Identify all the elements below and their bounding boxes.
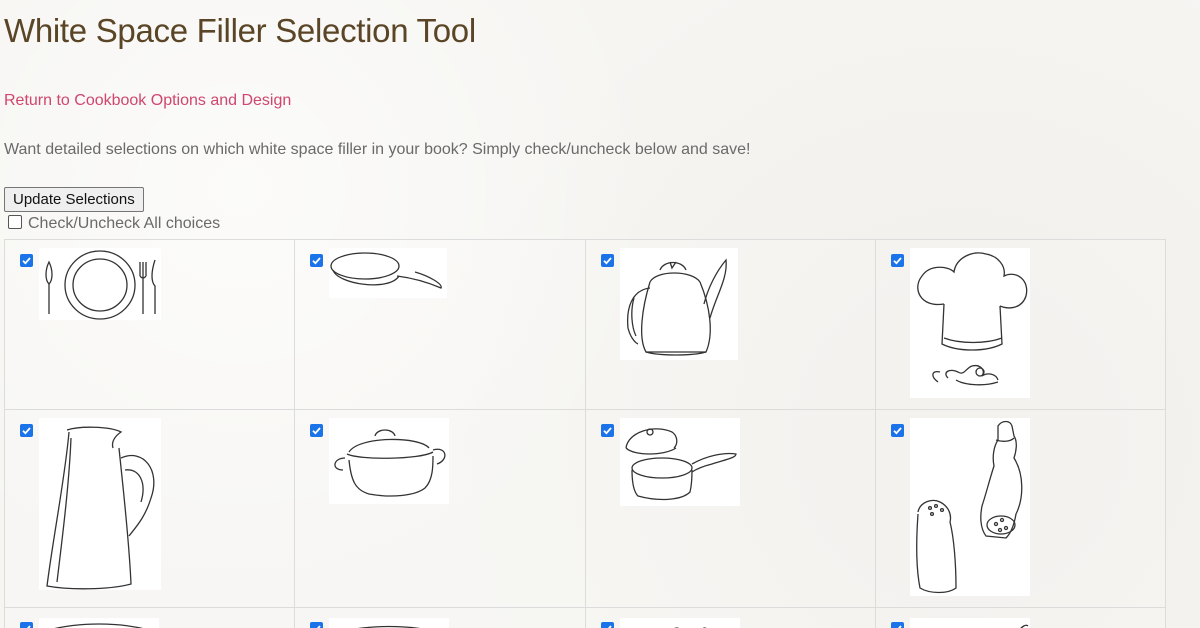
filler-checkbox[interactable]: [20, 424, 33, 437]
filler-checkbox[interactable]: [891, 424, 904, 437]
filler-checkbox[interactable]: [20, 254, 33, 267]
filler-cell: [586, 410, 876, 608]
check-all-checkbox[interactable]: [8, 215, 22, 229]
filler-cell: [295, 410, 586, 608]
filler-checkbox[interactable]: [310, 424, 323, 437]
filler-cell: [876, 240, 1166, 410]
filler-cell: [876, 608, 1166, 628]
filler-checkbox[interactable]: [310, 622, 323, 628]
filler-checkbox[interactable]: [310, 254, 323, 267]
dutch-oven-icon: [329, 418, 449, 504]
filler-icon: [620, 618, 740, 628]
teakettle-icon: [620, 248, 738, 360]
filler-cell: [586, 608, 876, 628]
filler-cell: [5, 410, 295, 608]
filler-checkbox[interactable]: [20, 622, 33, 628]
filler-cell: [295, 240, 586, 410]
saucepan-icon: [620, 418, 740, 506]
filler-icon: [910, 618, 1030, 628]
filler-checkbox[interactable]: [601, 424, 614, 437]
filler-grid: [4, 239, 1166, 628]
page: White Space Filler Selection Tool Return…: [0, 0, 1200, 628]
filler-icon: [39, 618, 159, 628]
intro-text: Want detailed selections on which white …: [4, 141, 751, 158]
filler-cell: [5, 608, 295, 628]
update-selections-button[interactable]: Update Selections: [4, 187, 144, 212]
filler-cell: [5, 240, 295, 410]
page-title: White Space Filler Selection Tool: [4, 12, 476, 49]
salt-pepper-shakers-icon: [910, 418, 1030, 596]
filler-checkbox[interactable]: [601, 254, 614, 267]
filler-checkbox[interactable]: [891, 622, 904, 628]
chef-hat-icon: [910, 248, 1030, 398]
filler-cell: [295, 608, 586, 628]
frying-pan-icon: [329, 248, 447, 298]
filler-cell: [586, 240, 876, 410]
check-all-toggle[interactable]: Check/Uncheck All choices: [8, 215, 220, 233]
return-to-cookbook-options-link[interactable]: Return to Cookbook Options and Design: [4, 92, 291, 110]
filler-cell: [876, 410, 1166, 608]
check-all-label: Check/Uncheck All choices: [28, 215, 221, 232]
filler-checkbox[interactable]: [601, 622, 614, 628]
filler-icon: [329, 618, 449, 628]
place-setting-icon: [39, 248, 161, 320]
filler-checkbox[interactable]: [891, 254, 904, 267]
pitcher-icon: [39, 418, 161, 590]
